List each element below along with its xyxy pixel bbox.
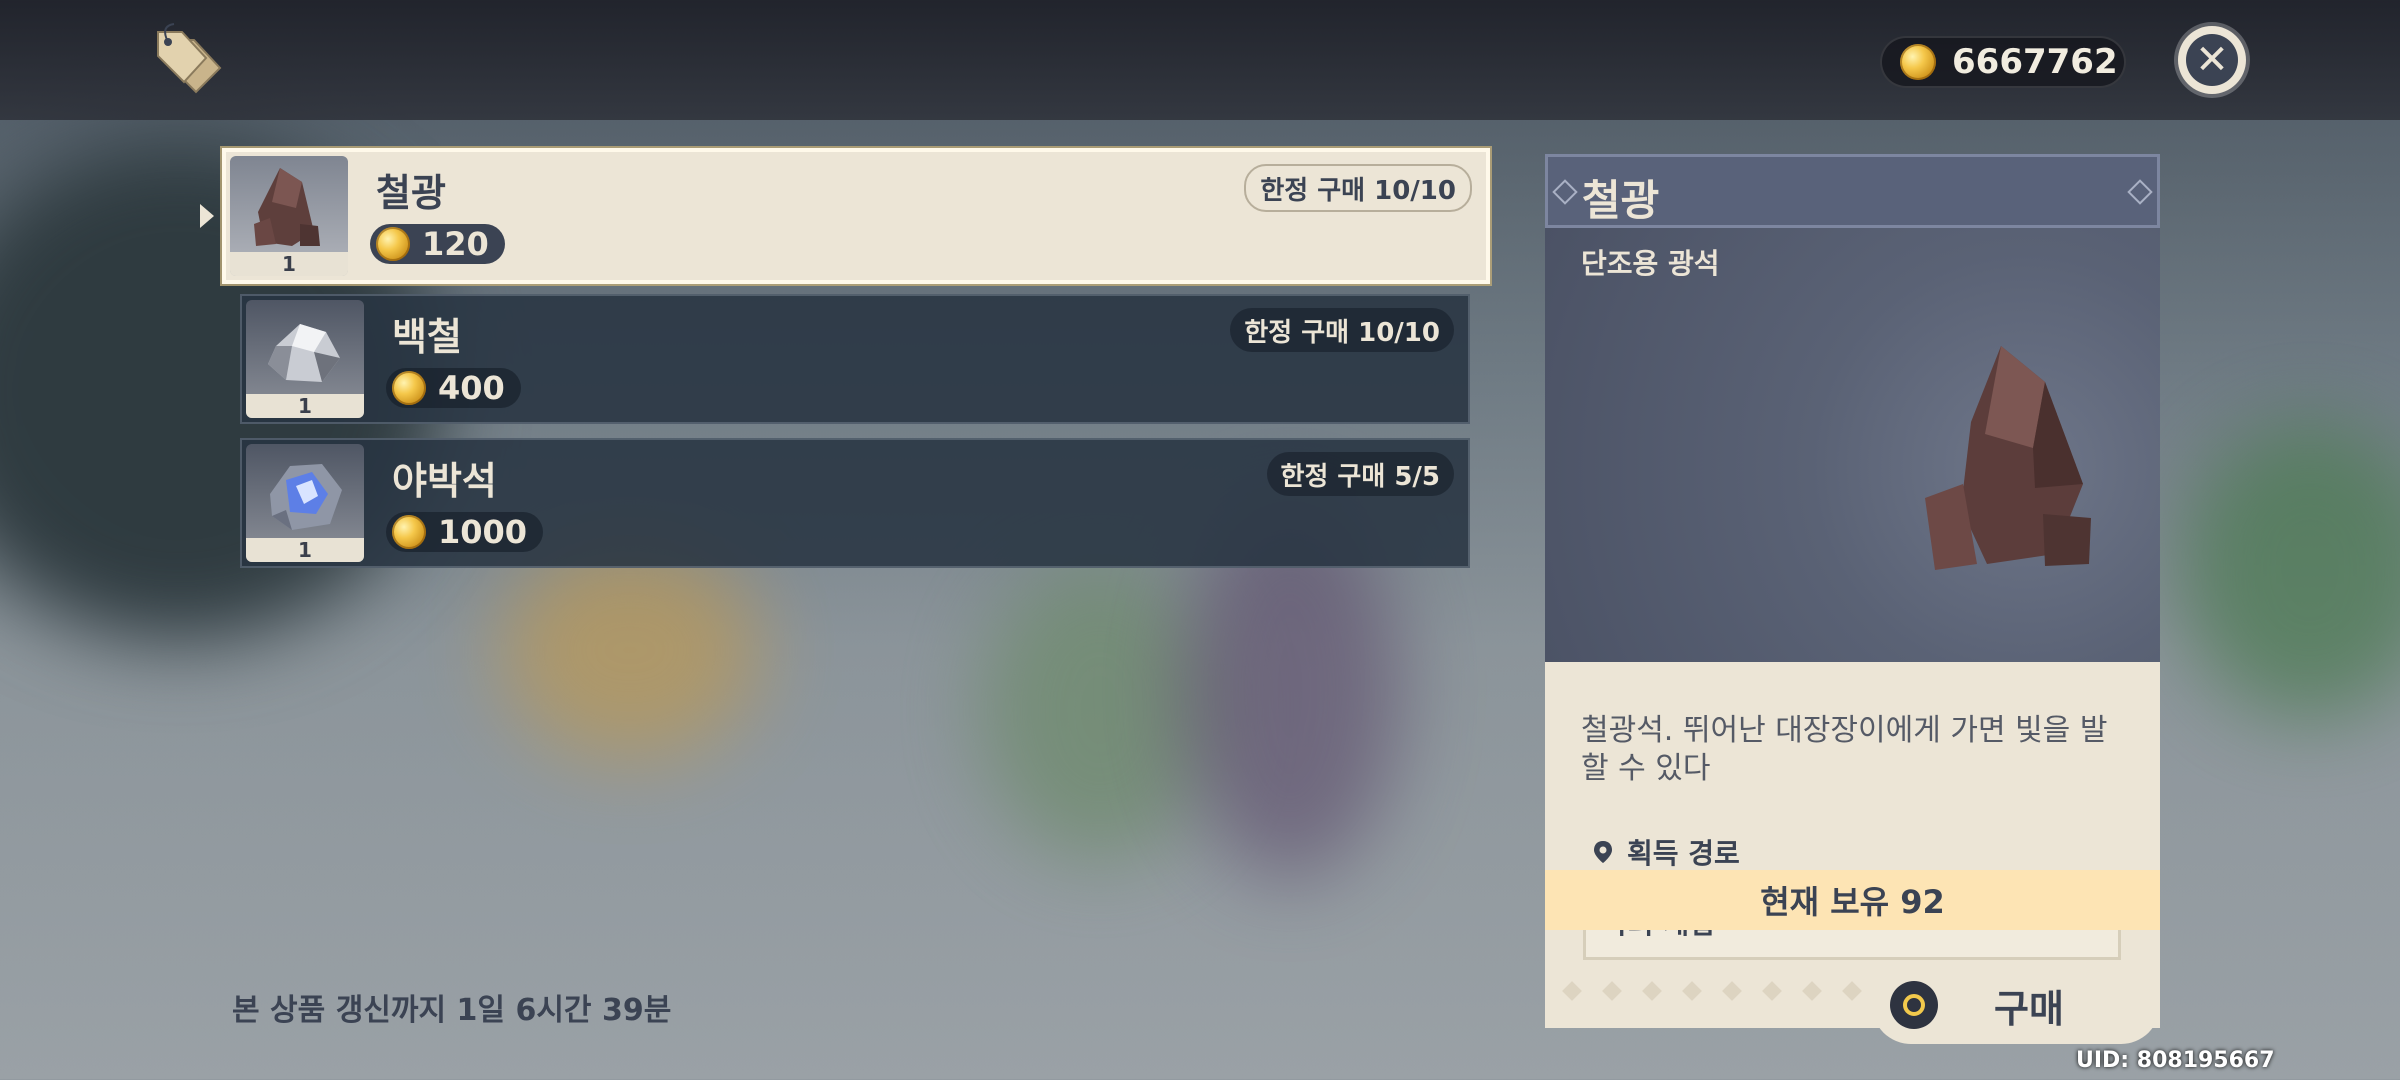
mora-coin-icon (392, 371, 426, 405)
shop-item[interactable]: 1 백철 400 한정 구매 10/10 (240, 294, 1470, 424)
mora-coin-icon (1900, 44, 1936, 80)
item-name: 야박석 (392, 459, 497, 503)
currency-amount: 6667762 (1952, 42, 2118, 82)
shop-item[interactable]: 1 야박석 1000 한정 구매 5/5 (240, 438, 1470, 568)
close-icon: ✕ (2186, 34, 2238, 86)
source-section-label: 획득 경로 (1593, 832, 1740, 872)
mora-coin-icon (376, 227, 410, 261)
purchase-limit-badge: 한정 구매 5/5 (1266, 452, 1454, 496)
item-price: 120 (370, 224, 505, 264)
item-price: 400 (386, 368, 521, 408)
close-button[interactable]: ✕ (2178, 26, 2246, 94)
white-iron-icon (268, 324, 340, 382)
refresh-timer: 본 상품 갱신까지 1일 6시간 39분 (232, 993, 672, 1028)
owned-count: 현재 보유 92 (1545, 870, 2160, 930)
item-description: 철광석. 뛰어난 대장장이에게 가면 빛을 발할 수 있다 (1581, 713, 2108, 786)
confirm-button-icon (1890, 981, 1938, 1029)
item-price: 1000 (386, 512, 544, 552)
background-blur (2180, 420, 2400, 720)
background-blur (500, 540, 760, 760)
item-thumbnail: 1 (246, 300, 364, 418)
mora-coin-icon (392, 515, 426, 549)
shop-item[interactable]: 1 철광 120 한정 구매 10/10 (222, 148, 1490, 284)
buy-button-label: 구매 (1994, 986, 2064, 1031)
currency-display: 6667762 (1880, 36, 2126, 88)
item-quantity: 1 (246, 394, 364, 418)
selection-indicator-icon (200, 204, 214, 228)
item-quantity: 1 (230, 252, 348, 276)
price-tag-icon (157, 23, 222, 94)
detail-header: 철광 (1545, 154, 2160, 228)
item-name: 철광 (376, 171, 446, 215)
uid-label: UID: 808195667 (2076, 1048, 2275, 1073)
detail-artwork: 단조용 광석 (1545, 228, 2160, 662)
ornament-icon (2127, 179, 2153, 205)
ornament-icon (1552, 179, 1578, 205)
iron-ore-icon (254, 168, 320, 246)
item-price-value: 1000 (438, 513, 528, 551)
purchase-limit-badge: 한정 구매 10/10 (1244, 164, 1472, 212)
item-detail-panel: 철광 단조용 광석 철광석. 뛰어난 대장장이에게 가면 빛을 발할 수 있다 … (1545, 154, 2160, 1028)
source-label-text: 획득 경로 (1627, 837, 1740, 870)
item-quantity: 1 (246, 538, 364, 562)
purchase-limit-badge: 한정 구매 10/10 (1230, 308, 1454, 352)
item-thumbnail: 1 (246, 444, 364, 562)
item-name: 백철 (392, 315, 462, 359)
detail-title: 철광 (1582, 176, 1660, 225)
detail-subtitle: 단조용 광석 (1581, 247, 1720, 280)
item-price-value: 120 (422, 225, 489, 263)
location-pin-icon (1594, 841, 1612, 863)
iron-ore-icon (1925, 346, 2091, 570)
magical-crystal-icon (270, 464, 342, 530)
item-price-value: 400 (438, 369, 505, 407)
buy-button[interactable]: 구매 (1872, 966, 2160, 1044)
item-thumbnail: 1 (230, 156, 348, 276)
